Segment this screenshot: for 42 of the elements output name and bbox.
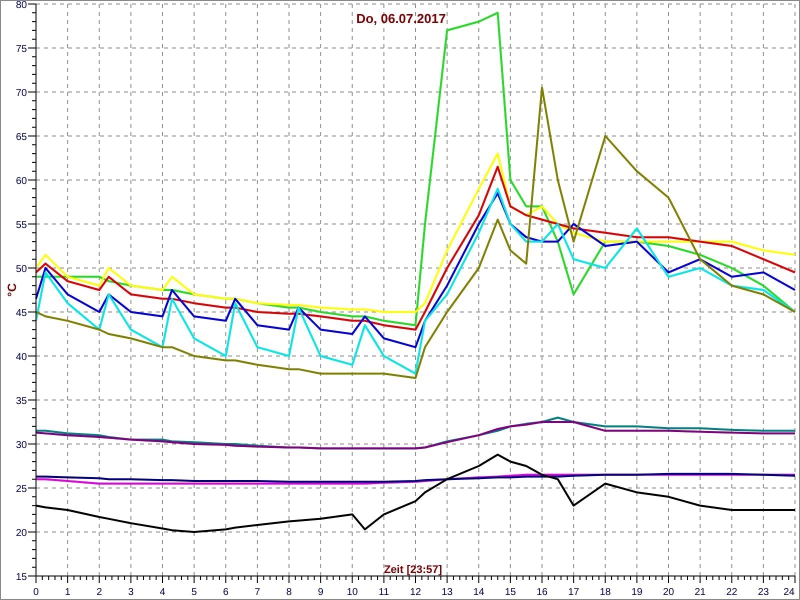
tick-label: 75: [16, 44, 27, 55]
tick-label: 35: [16, 396, 27, 407]
tick-label: 65: [16, 132, 27, 143]
tick-label: 5: [191, 587, 197, 598]
tick-label: 17: [568, 587, 580, 598]
tick-label: 18: [600, 587, 611, 598]
tick-label: 10: [346, 587, 358, 598]
tick-label: 15: [16, 572, 27, 583]
tick-label: 30: [16, 440, 27, 451]
tick-label: 4: [160, 587, 166, 598]
tick-label: 20: [16, 528, 27, 539]
tick-label: 1: [64, 587, 70, 598]
tick-label: 24: [783, 587, 795, 598]
tick-label: 50: [16, 264, 27, 275]
tick-label: 16: [536, 587, 548, 598]
axis-label: °C: [5, 283, 19, 297]
tick-label: 0: [33, 587, 39, 598]
tick-label: 9: [318, 587, 324, 598]
tick-label: 8: [286, 587, 292, 598]
tick-label: 15: [504, 587, 516, 598]
tick-label: 25: [16, 484, 27, 495]
tick-label: 45: [16, 308, 27, 319]
chart-title: Do, 06.07.2017: [356, 11, 446, 26]
tick-label: 19: [631, 587, 642, 598]
tick-label: 11: [378, 587, 390, 598]
axis-label: Zeit [23:57]: [384, 564, 442, 576]
tick-label: 20: [662, 587, 674, 598]
tick-label: 60: [16, 176, 27, 187]
tick-label: 80: [16, 1, 27, 11]
tick-label: 3: [128, 587, 134, 598]
tick-label: 70: [16, 88, 27, 99]
tick-label: 55: [16, 220, 27, 231]
tick-label: 14: [473, 587, 484, 598]
tick-label: 6: [222, 587, 229, 598]
tick-label: 22: [726, 587, 738, 598]
tick-label: 13: [442, 587, 453, 598]
tick-label: 7: [254, 587, 260, 598]
tick-label: 40: [16, 352, 27, 363]
tick-label: 12: [410, 587, 422, 598]
tick-label: 21: [694, 587, 706, 598]
tick-label: 23: [758, 587, 769, 598]
tick-label: 2: [96, 587, 102, 598]
